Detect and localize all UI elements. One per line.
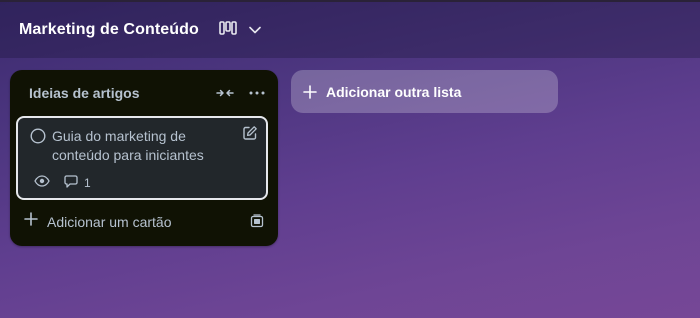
chevron-down-icon[interactable] <box>249 21 261 39</box>
board-title[interactable]: Marketing de Conteúdo <box>19 21 199 39</box>
board-header: Marketing de Conteúdo <box>0 2 700 58</box>
plus-icon <box>24 212 38 231</box>
list-ideias-de-artigos: Ideias de artigos Guia do marketing de c… <box>10 70 278 246</box>
comment-count: 1 <box>84 176 91 190</box>
add-list-label: Adicionar outra lista <box>326 83 462 100</box>
collapse-arrows-icon[interactable] <box>216 84 234 102</box>
comments-badge: 1 <box>64 175 91 191</box>
view-switcher[interactable] <box>219 20 261 40</box>
more-horizontal-icon[interactable] <box>248 84 266 102</box>
complete-checkbox-icon[interactable] <box>30 128 46 149</box>
list-header: Ideias de artigos <box>10 70 278 116</box>
edit-pencil-icon[interactable] <box>242 125 258 146</box>
board-view-icon[interactable] <box>219 20 237 40</box>
comment-icon <box>64 175 78 191</box>
card-badges: 1 <box>34 174 91 192</box>
add-card-button[interactable]: Adicionar um cartão <box>24 212 172 231</box>
card-title: Guia do marketing de conteúdo para inici… <box>52 128 204 163</box>
plus-icon <box>303 84 317 99</box>
eye-icon <box>34 174 50 192</box>
add-card-label: Adicionar um cartão <box>47 213 172 230</box>
list-title[interactable]: Ideias de artigos <box>29 85 139 101</box>
card-template-icon[interactable] <box>250 214 264 233</box>
add-list-button[interactable]: Adicionar outra lista <box>291 70 558 113</box>
list-actions <box>216 84 266 102</box>
card[interactable]: Guia do marketing de conteúdo para inici… <box>16 116 268 200</box>
